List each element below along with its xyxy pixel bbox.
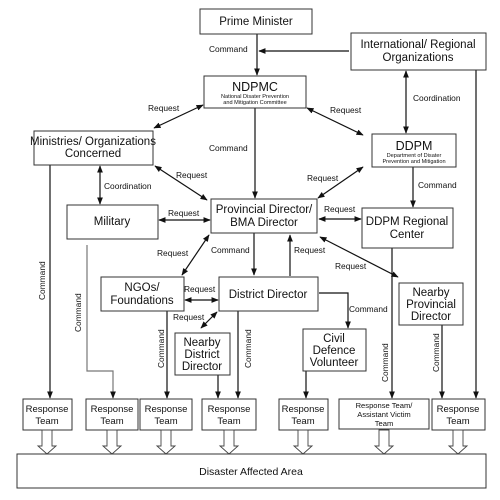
node-nearby-district-director: Nearby District Director	[174, 332, 231, 376]
hollow-arrow-icon	[292, 429, 314, 455]
svg-text:District: District	[184, 349, 220, 361]
label-request: Request	[157, 248, 189, 258]
label-request: Request	[335, 261, 367, 271]
label-command: Command	[209, 44, 248, 54]
hollow-arrow-icon	[447, 429, 469, 455]
svg-text:Response: Response	[26, 404, 69, 415]
svg-text:Concerned: Concerned	[65, 148, 121, 160]
label-request: Request	[184, 284, 216, 294]
disaster-command-diagram: Command Coordination Request Request Com…	[16, 8, 487, 489]
node-disaster-affected-area: Disaster Affected Area	[16, 453, 487, 489]
node-ndpmc: NDPMC National Disater Prevention and Mi…	[203, 75, 307, 109]
label-command: Command	[209, 143, 248, 153]
svg-text:NGOs/: NGOs/	[124, 282, 160, 294]
svg-text:Disaster Affected Area: Disaster Affected Area	[199, 466, 303, 478]
hollow-arrow-icon	[218, 429, 240, 455]
svg-text:DDPM Regional: DDPM Regional	[366, 216, 448, 228]
node-response-team-assistant-victim: Response Team/ Assistant Victim Team	[338, 398, 430, 430]
svg-text:Center: Center	[390, 229, 425, 241]
svg-text:Team: Team	[100, 416, 123, 427]
svg-text:Nearby: Nearby	[183, 337, 220, 349]
node-response-team: Response Team	[431, 398, 486, 431]
label-command: Command	[380, 343, 390, 382]
svg-text:Foundations: Foundations	[110, 295, 174, 307]
svg-text:Team: Team	[446, 416, 469, 427]
node-international-organizations: International/ Regional Organizations	[350, 32, 487, 71]
label-command: Command	[156, 329, 166, 368]
hollow-arrows	[36, 429, 469, 455]
svg-text:DDPM: DDPM	[396, 139, 433, 153]
label-coordination: Coordination	[413, 93, 461, 103]
svg-text:Director: Director	[411, 311, 451, 323]
svg-text:Assistant Victim: Assistant Victim	[357, 410, 410, 419]
node-ddpm-regional-center: DDPM Regional Center	[361, 207, 454, 249]
svg-text:Nearby: Nearby	[412, 287, 449, 299]
svg-text:Volunteer: Volunteer	[310, 357, 359, 369]
hollow-arrow-icon	[155, 429, 177, 455]
svg-text:Response: Response	[91, 404, 134, 415]
label-command: Command	[418, 180, 457, 190]
node-ministries: Ministries/ Organizations Concerned	[30, 130, 156, 166]
node-civil-defence-volunteer: Civil Defence Volunteer	[302, 328, 367, 372]
svg-text:Response Team/: Response Team/	[356, 401, 414, 410]
label-command: Command	[73, 293, 83, 332]
label-request: Request	[148, 103, 180, 113]
svg-text:Prevention and Mitigation: Prevention and Mitigation	[382, 159, 445, 165]
hollow-arrow-icon	[373, 429, 395, 455]
svg-text:Military: Military	[94, 216, 131, 228]
label-coordination: Coordination	[104, 181, 152, 191]
svg-text:Team: Team	[35, 416, 58, 427]
svg-text:Ministries/ Organizations: Ministries/ Organizations	[30, 136, 156, 148]
node-district-director: District Director	[218, 276, 319, 312]
node-response-team: Response Team	[22, 398, 73, 431]
label-command: Command	[37, 261, 47, 300]
label-request: Request	[330, 105, 362, 115]
node-response-team: Response Team	[278, 398, 329, 431]
node-response-team: Response Team	[139, 398, 193, 431]
svg-text:Director: Director	[182, 361, 222, 373]
svg-text:NDPMC: NDPMC	[232, 80, 278, 94]
label-command: Command	[349, 304, 388, 314]
node-provincial-director: Provincial Director/ BMA Director	[210, 198, 318, 234]
svg-text:Prime Minister: Prime Minister	[219, 16, 293, 28]
node-military: Military	[66, 204, 159, 240]
label-command: Command	[243, 329, 253, 368]
svg-text:and Mitigation Committee: and Mitigation Committee	[223, 100, 286, 106]
svg-text:Team: Team	[217, 416, 240, 427]
svg-text:Team: Team	[291, 416, 314, 427]
svg-text:District Director: District Director	[229, 289, 308, 301]
svg-text:Response: Response	[145, 404, 188, 415]
label-command: Command	[211, 245, 250, 255]
svg-text:Civil: Civil	[323, 333, 345, 345]
node-ddpm: DDPM Department of Disater Prevention an…	[371, 133, 457, 168]
node-response-team: Response Team	[201, 398, 257, 431]
label-request: Request	[176, 170, 208, 180]
label-request: Request	[324, 204, 356, 214]
svg-text:Response: Response	[437, 404, 480, 415]
svg-text:Organizations: Organizations	[383, 52, 454, 64]
label-request: Request	[168, 208, 200, 218]
svg-text:Response: Response	[282, 404, 325, 415]
node-nearby-provincial-director: Nearby Provincial Director	[398, 282, 464, 326]
svg-text:Defence: Defence	[313, 345, 356, 357]
label-request: Request	[294, 245, 326, 255]
svg-text:Response: Response	[208, 404, 251, 415]
edge-military-response	[86, 245, 116, 399]
node-ngos-foundations: NGOs/ Foundations	[100, 276, 185, 312]
edge-district-civil	[319, 292, 351, 329]
svg-text:Team: Team	[375, 419, 394, 428]
label-command: Command	[431, 333, 441, 372]
svg-text:Provincial: Provincial	[406, 299, 456, 311]
svg-text:Provincial Director/: Provincial Director/	[216, 204, 313, 216]
label-request: Request	[173, 312, 205, 322]
svg-text:BMA Director: BMA Director	[230, 217, 298, 229]
hollow-arrow-icon	[101, 429, 123, 455]
label-request: Request	[307, 173, 339, 183]
node-response-team: Response Team	[85, 398, 139, 431]
hollow-arrow-icon	[36, 429, 58, 455]
svg-text:Team: Team	[154, 416, 177, 427]
svg-text:International/ Regional: International/ Regional	[360, 39, 475, 51]
node-prime-minister: Prime Minister	[199, 8, 313, 35]
